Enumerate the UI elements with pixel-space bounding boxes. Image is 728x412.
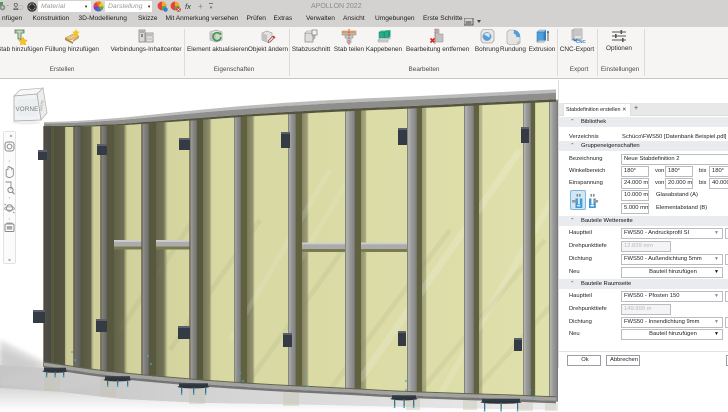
svg-text:CNC: CNC: [576, 39, 586, 44]
svg-text:VORNE: VORNE: [15, 106, 38, 113]
